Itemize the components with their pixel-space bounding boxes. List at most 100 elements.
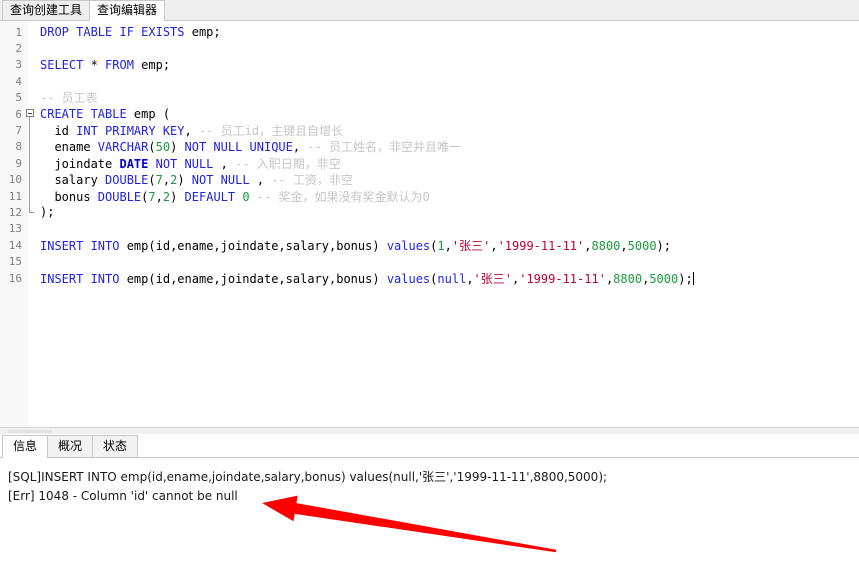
line-number: 8 [15, 140, 22, 154]
code-token: INSERT INTO [40, 271, 127, 286]
line-number: 13 [8, 222, 22, 236]
code-token: DEFAULT [184, 189, 243, 204]
code-token: ( [148, 140, 156, 155]
tab-query-editor[interactable]: 查询编辑器 [89, 0, 166, 21]
line-number: 14 [8, 238, 22, 252]
code-line[interactable]: 5 -- 员工表 [0, 90, 859, 106]
code-token: emp [126, 271, 149, 286]
code-line[interactable]: 9 joindate DATE NOT NULL , -- 入职日期，非空 [0, 155, 859, 172]
code-token: -- 员工id，主键且自增长 [198, 124, 344, 139]
line-number: 1 [15, 25, 22, 39]
sql-editor[interactable]: 1 DROP TABLE IF EXISTS emp; 2 3 SELECT * FRO… [0, 21, 859, 427]
code-token: , [620, 238, 628, 253]
code-token: NOT NULL [155, 156, 221, 171]
code-text: bonus DOUBLE(7,2) DEFAULT 0 -- 奖金，如果没有奖金… [38, 188, 429, 205]
tab-bar-filler [164, 0, 859, 20]
code-line[interactable]: 11 bonus DOUBLE(7,2) DEFAULT 0 -- 奖金，如果没… [0, 187, 859, 205]
code-line[interactable]: 2 [0, 40, 859, 56]
code-text: INSERT INTO emp(id,ename,joindate,salary… [38, 270, 694, 287]
code-token: , [584, 238, 592, 253]
code-token: ename [40, 140, 98, 155]
code-token: 8800 [613, 271, 643, 286]
code-line[interactable]: 1 DROP TABLE IF EXISTS emp; [0, 24, 859, 40]
code-token: -- 入职日期，非空 [235, 156, 341, 171]
results-tab-info[interactable]: 信息 [2, 435, 49, 458]
code-line[interactable]: 15 [0, 253, 859, 269]
code-token: DOUBLE [97, 189, 142, 204]
code-line[interactable]: 7 id INT PRIMARY KEY, -- 员工id，主键且自增长 [0, 122, 859, 139]
code-token: , [292, 140, 308, 155]
code-token: ; [213, 25, 221, 40]
code-token: 8800 [591, 238, 621, 253]
code-line[interactable]: 3 SELECT * FROM emp; [0, 57, 859, 73]
code-token: NOT NULL UNIQUE [184, 140, 293, 155]
results-tab-profile[interactable]: 概况 [47, 435, 94, 457]
code-token: values [386, 271, 431, 286]
code-token: FROM [105, 57, 142, 72]
code-text: id INT PRIMARY KEY, -- 员工id，主键且自增长 [38, 122, 343, 139]
code-token: '张三' [451, 238, 491, 253]
code-line[interactable]: 4 [0, 73, 859, 89]
code-token: '张三' [473, 271, 512, 286]
code-token: ) [170, 189, 185, 204]
fold-toggle-icon[interactable] [24, 106, 38, 123]
code-token: DATE [119, 156, 156, 171]
code-token: 0 [242, 189, 250, 204]
line-number: 10 [8, 173, 22, 187]
code-token: CREATE TABLE [40, 107, 134, 122]
code-line[interactable]: 10 salary DOUBLE(7,2) NOT NULL , -- 工资，非… [0, 171, 859, 188]
fold-guide-line [24, 187, 38, 205]
code-line[interactable]: 13 [0, 221, 859, 237]
code-token: ) [170, 140, 185, 155]
code-line[interactable]: 12); [0, 204, 859, 220]
tab-query-builder[interactable]: 查询创建工具 [2, 0, 91, 20]
code-token: , [256, 173, 272, 188]
fold-guide-line [24, 122, 38, 139]
code-token: , [490, 238, 498, 253]
code-line[interactable]: 6 CREATE TABLE emp ( [0, 106, 859, 123]
code-token: INSERT INTO [40, 238, 127, 253]
line-number: 2 [15, 42, 22, 56]
line-number: 11 [8, 189, 22, 203]
fold-guide-line [24, 171, 38, 188]
code-token: emp [126, 238, 149, 253]
code-text: -- 员工表 [38, 89, 98, 106]
code-token: , [466, 271, 474, 286]
line-number: 5 [15, 91, 22, 105]
splitter-grip[interactable] [8, 430, 52, 433]
results-panel: 信息 概况 状态 [SQL]INSERT INTO emp(id,ename,j… [0, 434, 859, 571]
line-number: 16 [8, 271, 22, 285]
code-token: , [155, 189, 163, 204]
results-tab-status[interactable]: 状态 [92, 435, 139, 457]
code-text: DROP TABLE IF EXISTS emp; [38, 25, 221, 39]
code-text: CREATE TABLE emp ( [38, 107, 170, 121]
code-line[interactable]: 14 INSERT INTO emp(id,ename,joindate,sala… [0, 237, 859, 253]
code-token: -- 员工姓名，非空并且唯一 [307, 140, 462, 155]
panel-splitter[interactable] [0, 427, 859, 434]
result-message-error: [Err] 1048 - Column 'id' cannot be null [8, 489, 238, 503]
code-token: , [444, 238, 452, 253]
line-number: 7 [15, 124, 22, 138]
code-token: SELECT [40, 57, 91, 72]
code-token: emp [141, 57, 163, 72]
code-token: ( [155, 107, 171, 122]
line-number: 4 [15, 74, 22, 88]
fold-guide-line [24, 155, 38, 172]
sql-code-area[interactable]: 1 DROP TABLE IF EXISTS emp; 2 3 SELECT * FRO… [0, 21, 859, 286]
code-token: -- 员工表 [40, 91, 98, 106]
code-token: '1999-11-11' [519, 271, 606, 286]
code-token: 2 [162, 189, 171, 204]
code-token: (id,ename,joindate,salary,bonus) [148, 271, 387, 286]
code-text: SELECT * FROM emp; [38, 58, 170, 72]
code-token: 5000 [649, 271, 679, 286]
code-line[interactable]: 8 ename VARCHAR(50) NOT NULL UNIQUE, -- … [0, 138, 859, 156]
code-token: NOT NULL [191, 173, 257, 188]
code-line[interactable]: 16 INSERT INTO emp(id,ename,joindate,sala… [0, 270, 859, 286]
